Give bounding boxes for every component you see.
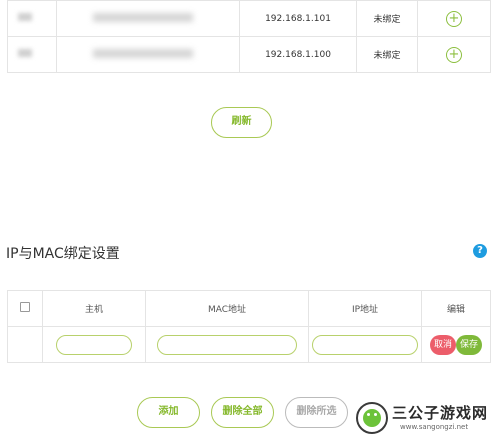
table-row: 192.168.1.100 未绑定 + bbox=[7, 36, 491, 73]
column-header-mac: MAC地址 bbox=[145, 290, 309, 327]
logo-eye-left bbox=[367, 413, 370, 416]
blurred-mac-address bbox=[93, 48, 193, 58]
watermark: 三公子游戏网 www.sangongzi.net bbox=[356, 400, 496, 436]
watermark-url: www.sangongzi.net bbox=[400, 423, 469, 431]
row-select-cell bbox=[7, 326, 43, 363]
binding-table: 主机 MAC地址 IP地址 编辑 取消 保存 bbox=[7, 290, 491, 363]
table-row: 192.168.1.101 未绑定 + bbox=[7, 0, 491, 37]
bind-status: 未绑定 bbox=[356, 36, 418, 73]
mac-input-cell bbox=[145, 326, 309, 363]
bind-status: 未绑定 bbox=[356, 0, 418, 37]
column-header-ip: IP地址 bbox=[308, 290, 422, 327]
table-header-row: 主机 MAC地址 IP地址 编辑 bbox=[7, 290, 491, 327]
refresh-button[interactable]: 刷新 bbox=[211, 107, 272, 138]
add-binding-plus-icon[interactable]: + bbox=[446, 10, 462, 27]
save-button[interactable]: 保存 bbox=[456, 334, 483, 355]
host-input[interactable] bbox=[56, 334, 132, 355]
column-header-host: 主机 bbox=[42, 290, 146, 327]
help-icon[interactable]: ? bbox=[473, 244, 487, 258]
edit-actions-cell: 取消 保存 bbox=[421, 326, 491, 363]
add-binding-cell: + bbox=[417, 0, 491, 37]
section-title: IP与MAC绑定设置 bbox=[6, 246, 120, 262]
device-mac-cell bbox=[56, 36, 240, 73]
host-input-cell bbox=[42, 326, 146, 363]
device-mac-cell bbox=[56, 0, 240, 37]
ip-input-cell bbox=[308, 326, 422, 363]
device-table: 192.168.1.101 未绑定 + 192.168.1.100 未绑定 + bbox=[7, 0, 491, 73]
android-logo-icon bbox=[356, 402, 388, 434]
device-ip: 192.168.1.101 bbox=[239, 0, 357, 37]
blurred-device-name bbox=[18, 49, 32, 57]
add-button[interactable]: 添加 bbox=[137, 397, 200, 428]
add-binding-plus-icon[interactable]: + bbox=[446, 46, 462, 63]
blurred-device-name bbox=[18, 13, 32, 21]
select-all-checkbox[interactable] bbox=[20, 302, 30, 312]
column-header-edit: 编辑 bbox=[421, 290, 491, 327]
add-binding-cell: + bbox=[417, 36, 491, 73]
logo-eye-right bbox=[374, 413, 377, 416]
device-ip: 192.168.1.100 bbox=[239, 36, 357, 73]
table-row: 取消 保存 bbox=[7, 326, 491, 363]
delete-all-button[interactable]: 删除全部 bbox=[211, 397, 274, 428]
device-name-cell bbox=[7, 0, 57, 37]
device-name-cell bbox=[7, 36, 57, 73]
blurred-mac-address bbox=[93, 12, 193, 22]
delete-selected-button[interactable]: 删除所选 bbox=[285, 397, 348, 428]
watermark-title: 三公子游戏网 bbox=[392, 404, 489, 422]
ip-input[interactable] bbox=[312, 334, 418, 355]
logo-head bbox=[363, 409, 381, 427]
mac-input[interactable] bbox=[157, 334, 297, 355]
select-all-cell bbox=[7, 290, 43, 327]
cancel-button[interactable]: 取消 bbox=[429, 334, 456, 355]
